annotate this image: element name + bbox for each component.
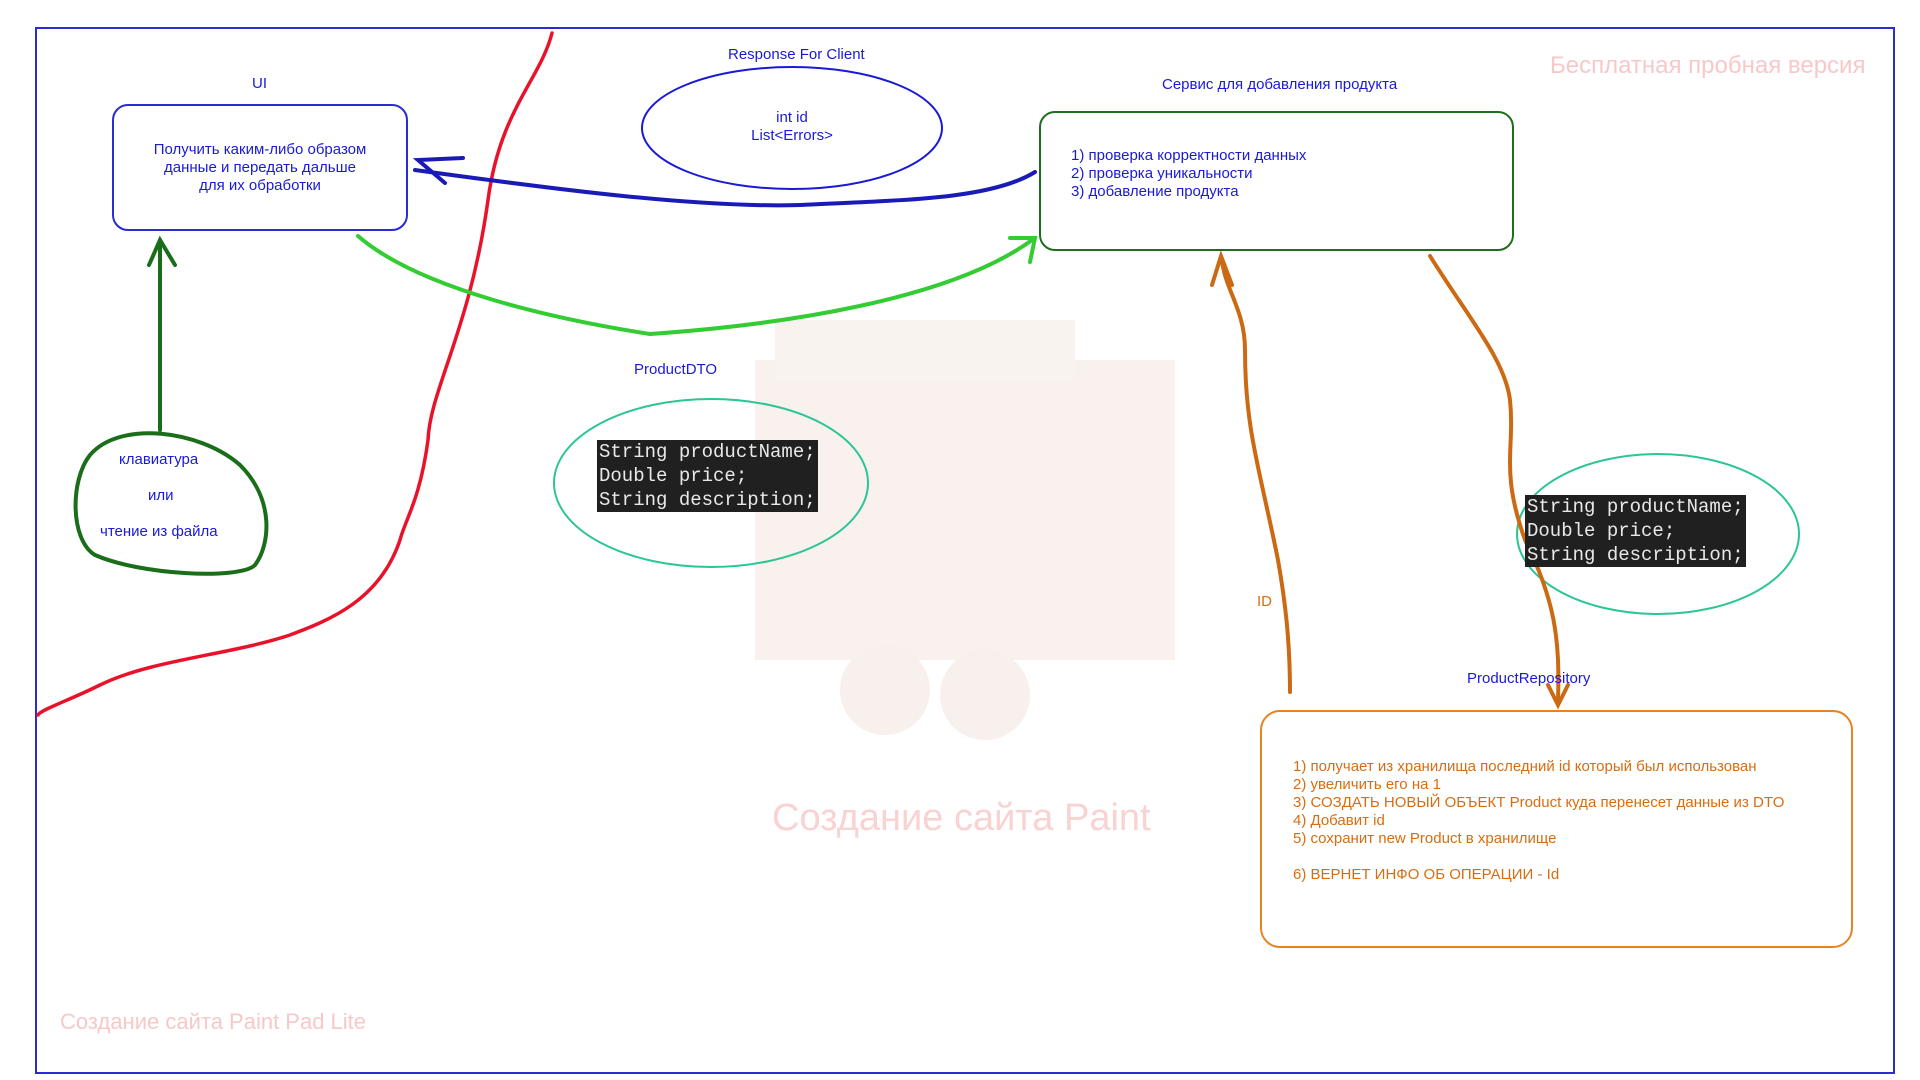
repository-line: 2) увеличить его на 1 [1293,776,1441,793]
dto-code-line: Double price; [599,465,748,487]
service-line: 2) проверка уникальности [1071,165,1253,182]
repository-line: 3) СОЗДАТЬ НОВЫЙ ОБЪЕКТ Product куда пер… [1293,794,1785,811]
id-label: ID [1257,593,1272,610]
repository-line: 1) получает из хранилища последний id ко… [1293,758,1757,775]
dto2-code-line: String description; [1527,544,1744,566]
trial-watermark: Бесплатная пробная версия [1550,52,1866,79]
repository-node: 1) получает из хранилища последний id ко… [1260,710,1853,948]
input-line: чтение из файла [100,523,218,540]
input-line: клавиатура [119,451,199,468]
service-title: Сервис для добавления продукта [1162,76,1398,93]
dto2-code-line: Double price; [1527,520,1676,542]
ui-line: для их обработки [199,176,321,194]
repository-title: ProductRepository [1467,670,1591,687]
dto-code-line: String description; [599,489,816,511]
dto-forward-arrow [1428,254,1561,702]
repository-line: 4) Добавит id [1293,812,1385,829]
repository-line [1293,848,1851,866]
service-line: 3) добавление продукта [1071,183,1239,200]
dto-code: String productName; Double price; String d… [597,440,818,512]
service-node: 1) проверка корректности данных 2) прове… [1039,111,1514,251]
service-line: 1) проверка корректности данных [1071,147,1307,164]
ui-node: Получить каким-либо образом данные и пер… [112,104,408,231]
repository-line: 5) сохранит new Product в хранилище [1293,830,1557,847]
response-title: Response For Client [728,46,865,63]
response-arrow [413,168,1037,208]
response-line: List<Errors> [751,127,833,144]
dto2-code: String productName; Double price; String d… [1525,495,1746,567]
ui-line: данные и передать дальше [164,158,356,176]
id-return-arrow [1220,258,1292,694]
dto-title: ProductDTO [634,361,718,378]
response-content: int id List<Errors> [692,109,892,145]
site-watermark-bottom: Создание сайта Paint Pad Lite [60,1009,367,1034]
input-line: или [148,487,174,504]
dto2-code-line: String productName; [1527,496,1744,518]
ui-title: UI [252,75,267,92]
response-line: int id [776,109,808,126]
repository-line: 6) ВЕРНЕТ ИНФО ОБ ОПЕРАЦИИ - Id [1293,866,1560,883]
ui-line: Получить каким-либо образом [153,140,367,158]
request-arrow [356,234,1034,337]
site-watermark-center: Создание сайта Paint [772,797,1151,839]
dto-code-line: String productName; [599,441,816,463]
